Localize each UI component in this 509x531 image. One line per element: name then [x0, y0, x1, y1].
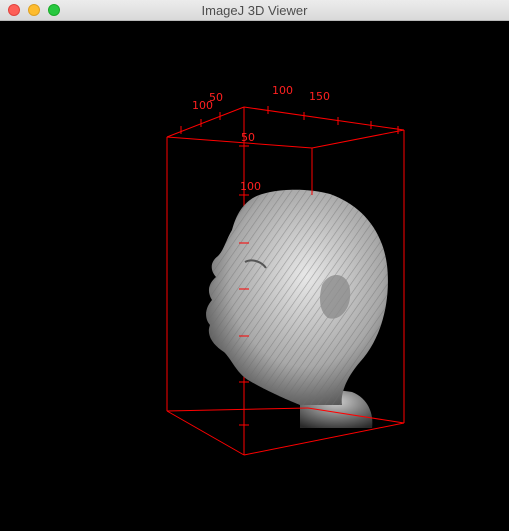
x-axis-label-100: 100 [272, 84, 293, 97]
z-axis-label-100: 100 [240, 180, 261, 193]
window-title: ImageJ 3D Viewer [201, 3, 308, 18]
scene-canvas[interactable]: 50 100 150 100 50 100 [0, 21, 509, 531]
head-volume-render [206, 189, 388, 428]
3d-viewport[interactable]: 50 100 150 100 50 100 [0, 21, 509, 531]
x-axis-label-150: 150 [309, 90, 330, 103]
y-axis-label-100: 100 [192, 99, 213, 112]
imagej-3d-viewer-window: ImageJ 3D Viewer 50 100 150 100 50 100 [0, 0, 509, 531]
z-axis-label-50: 50 [241, 131, 255, 144]
title-bar[interactable]: ImageJ 3D Viewer [0, 0, 509, 21]
